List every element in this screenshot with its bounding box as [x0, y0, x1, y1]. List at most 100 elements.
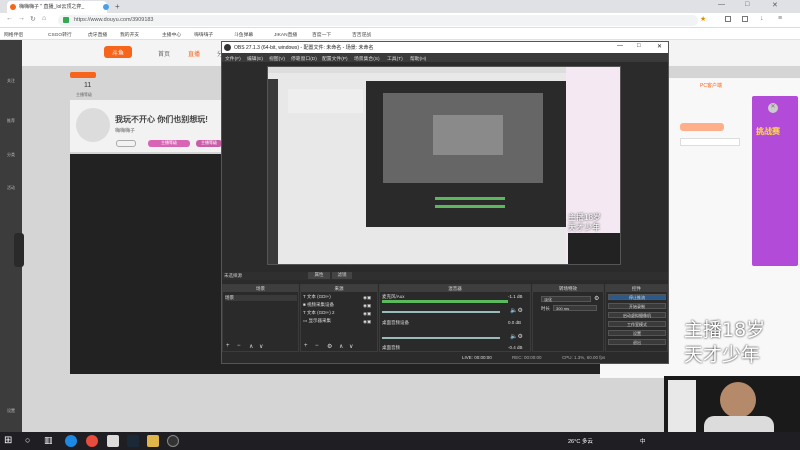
menu-scene-collection[interactable]: 场景集合(S) [354, 55, 380, 62]
left-nav-category[interactable]: 分类 [3, 152, 19, 158]
bookmark-item[interactable]: 虎牙直播 [88, 31, 107, 38]
nav-live[interactable]: 直播 [188, 49, 200, 58]
forward-icon[interactable]: → [18, 15, 25, 22]
edge-icon[interactable] [65, 435, 77, 447]
new-tab-button[interactable]: + [115, 2, 120, 11]
menu-help[interactable]: 帮助(H) [410, 55, 426, 62]
home-icon[interactable]: ⌂ [42, 15, 46, 22]
app-icon[interactable] [107, 435, 119, 447]
left-nav-recommend[interactable]: 推荐 [3, 118, 19, 124]
badge: 主播等级 [148, 140, 190, 147]
ime-indicator[interactable]: 中 [640, 437, 646, 445]
exit-button[interactable]: 退出 [608, 339, 666, 345]
menu-icon[interactable]: ≡ [778, 15, 782, 22]
promo-banner[interactable]: 挑战赛 [752, 96, 798, 266]
url-text: https://www.douyu.com/3909183 [74, 17, 154, 23]
menu-edit[interactable]: 编辑(E) [247, 55, 263, 62]
douyu-logo[interactable]: 斗鱼 [104, 46, 132, 58]
no-source-label: 未选择源 [224, 273, 242, 278]
scene-up-icon[interactable]: ∧ [249, 343, 253, 350]
star-icon[interactable]: ★ [700, 15, 706, 23]
scene-down-icon[interactable]: ∨ [259, 343, 263, 350]
menu-docks[interactable]: 停靠窗口(D) [291, 55, 317, 62]
source-settings-icon[interactable]: ⚙ [327, 343, 332, 350]
nav-home[interactable]: 首页 [158, 49, 170, 58]
chrome-icon[interactable] [86, 435, 98, 447]
source-add-icon[interactable]: + [304, 343, 308, 349]
obs-minimize-button[interactable]: — [617, 43, 623, 49]
bookmark-item[interactable]: JIKAN直播 [274, 31, 297, 38]
source-remove-icon[interactable]: − [315, 343, 319, 349]
pc-client-link[interactable]: PC客户端 [700, 82, 722, 89]
duration-input[interactable]: 300 ms [553, 305, 597, 311]
scene-item[interactable]: 场景 [225, 295, 297, 301]
bookmark-item[interactable]: 嗨嗨嗨子 [194, 31, 213, 38]
scene-add-icon[interactable]: + [226, 343, 230, 349]
app-icon[interactable] [147, 435, 159, 447]
obs-preview-canvas[interactable]: 主播18岁 天才少年 [268, 67, 620, 264]
close-button[interactable]: ✕ [772, 1, 778, 9]
back-icon[interactable]: ← [6, 15, 13, 22]
studio-mode-button[interactable]: 工作室模式 [608, 321, 666, 327]
contribution-tab[interactable] [680, 123, 724, 131]
minimize-button[interactable]: — [718, 1, 725, 8]
menu-file[interactable]: 文件(F) [225, 55, 241, 62]
stop-stream-button[interactable]: 停止推流 [608, 294, 666, 300]
apps-icon[interactable] [742, 16, 748, 22]
settings-button[interactable]: 设置 [608, 330, 666, 336]
left-nav-activity[interactable]: 活动 [3, 185, 19, 191]
source-down-icon[interactable]: ∨ [349, 343, 353, 350]
left-drawer-handle[interactable] [14, 233, 24, 267]
source-item[interactable]: T 文本 (GDI+) 2 [303, 310, 335, 316]
bookmark-item[interactable]: 吉吉逆战 [352, 31, 371, 38]
source-item[interactable]: T 文本 (GDI+) [303, 294, 331, 300]
windows-start-icon[interactable]: ⊞ [4, 435, 16, 447]
transition-type-select[interactable]: 淡化 [541, 296, 591, 302]
nested-mixer-meter [435, 197, 505, 200]
left-nav-settings[interactable]: 设置 [3, 408, 19, 414]
source-visibility-icons[interactable]: ◉▣ ◉▣ ◉▣ ◉▣ [363, 294, 371, 326]
obs-maximize-button[interactable]: □ [637, 43, 641, 49]
room-title: 我玩不开心 你们也别想玩! [115, 115, 208, 124]
bookmark-item[interactable]: 斗鱼弹幕 [234, 31, 253, 38]
volume-slider[interactable] [382, 337, 500, 339]
left-nav-follow[interactable]: 关注 [3, 78, 19, 84]
source-item[interactable]: ▭ 显示器采集 [303, 318, 331, 324]
bookmark-item[interactable]: 我的开支 [120, 31, 139, 38]
obs-taskbar-icon[interactable] [167, 435, 179, 447]
properties-button[interactable]: 属性 [308, 272, 330, 279]
menu-view[interactable]: 视图(V) [269, 55, 285, 62]
streamer-name[interactable]: 嗨嗨嗨子 [115, 127, 135, 134]
virtual-camera-button[interactable]: 启动虚拟摄像机 [608, 312, 666, 318]
close-icon[interactable]: ✕ [768, 103, 778, 113]
menu-tools[interactable]: 工具(T) [387, 55, 403, 62]
speaker-icon[interactable]: 🔈⚙ [510, 333, 523, 340]
bookmark-item[interactable]: CSGO转行 [48, 31, 72, 38]
obs-close-button[interactable]: ✕ [657, 43, 662, 50]
maximize-button[interactable]: □ [745, 1, 749, 8]
bookmark-item[interactable]: 网格伴侣 [4, 31, 23, 38]
reload-icon[interactable]: ↻ [30, 15, 36, 23]
scene-remove-icon[interactable]: − [237, 343, 241, 349]
browser-tab-2[interactable] [100, 1, 116, 13]
source-up-icon[interactable]: ∧ [339, 343, 343, 350]
download-icon[interactable]: ↓ [760, 15, 764, 22]
address-bar[interactable]: https://www.douyu.com/3909183 [58, 15, 698, 26]
source-item[interactable]: ■ 视频采集设备 [303, 302, 334, 308]
task-view-icon[interactable]: ▥ [44, 435, 56, 447]
weather-widget[interactable]: 26°C 多云 [568, 437, 593, 445]
douyu-favicon-icon [10, 4, 16, 10]
menu-profile[interactable]: 配置文件(P) [322, 55, 348, 62]
steam-icon[interactable] [127, 435, 139, 447]
browser-tab-douyu[interactable]: 嗨嗨嗨子 " 直播_lol云顶之弈_ [7, 1, 107, 13]
start-recording-button[interactable]: 开始录制 [608, 303, 666, 309]
transition-settings-icon[interactable]: ⚙ [594, 295, 599, 302]
streamer-avatar[interactable] [76, 108, 110, 142]
volume-slider[interactable] [382, 311, 500, 313]
search-icon[interactable]: ○ [25, 435, 37, 447]
bookmark-item[interactable]: 百度一下 [312, 31, 331, 38]
extensions-icon[interactable] [725, 16, 731, 22]
bookmark-item[interactable]: 主播中心 [162, 31, 181, 38]
speaker-icon[interactable]: 🔈⚙ [510, 307, 523, 314]
filters-button[interactable]: 滤镜 [332, 272, 352, 279]
